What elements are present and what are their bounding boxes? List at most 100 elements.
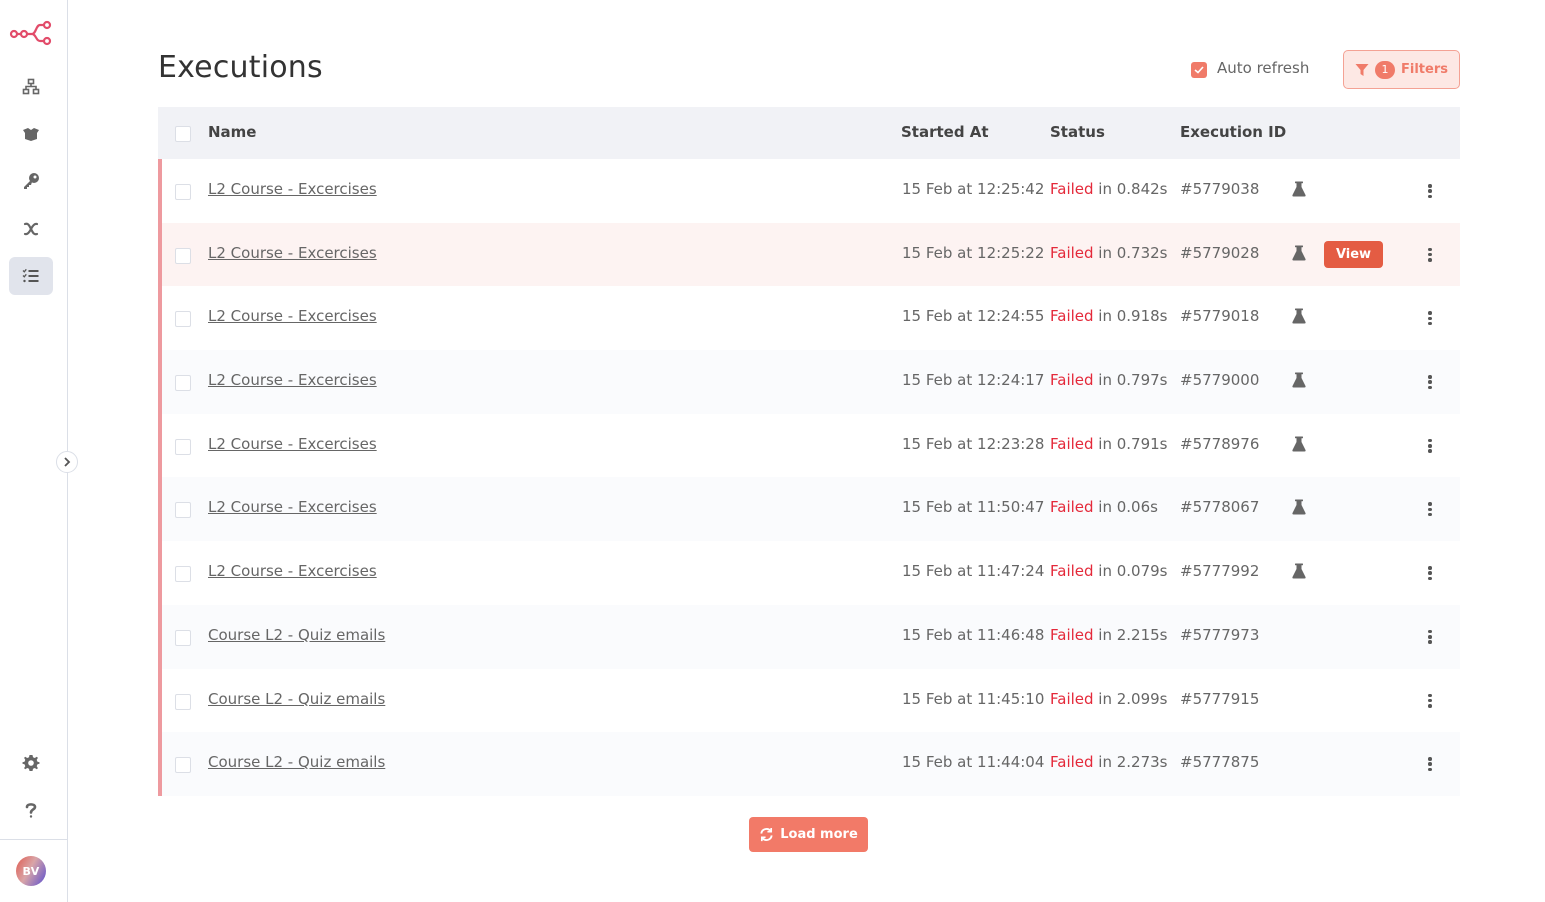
column-header-status[interactable]: Status	[1050, 123, 1105, 141]
load-more-button[interactable]: Load more	[749, 817, 868, 852]
execution-id: #5777915	[1180, 689, 1260, 708]
test-flask-icon	[1292, 499, 1306, 515]
more-options-icon[interactable]	[1426, 374, 1434, 390]
table-row[interactable]: L2 Course - Excercises 15 Feb at 11:47:2…	[158, 541, 1460, 605]
workflow-name-link[interactable]: L2 Course - Excercises	[208, 498, 377, 516]
n8n-logo-icon[interactable]	[9, 20, 53, 46]
row-checkbox[interactable]	[175, 375, 191, 392]
workflow-name-link[interactable]: L2 Course - Excercises	[208, 180, 377, 198]
workflow-name-link[interactable]: Course L2 - Quiz emails	[208, 690, 385, 708]
column-header-execution-id[interactable]: Execution ID	[1180, 123, 1286, 141]
started-at: 15 Feb at 12:24:17	[902, 371, 1045, 390]
row-checkbox[interactable]	[175, 566, 191, 583]
table-row[interactable]: Course L2 - Quiz emails 15 Feb at 11:45:…	[158, 668, 1460, 733]
status-failed-label: Failed	[1050, 180, 1094, 198]
more-options-icon[interactable]	[1426, 565, 1434, 581]
workflow-name-link[interactable]: Course L2 - Quiz emails	[208, 753, 385, 771]
table-row[interactable]: L2 Course - Excercises 15 Feb at 11:50:4…	[158, 477, 1460, 542]
status-text: Failed in 2.099s	[1050, 690, 1168, 708]
status-failed-label: Failed	[1050, 753, 1094, 772]
table-row[interactable]: L2 Course - Excercises 15 Feb at 12:25:4…	[158, 159, 1460, 223]
table-row[interactable]: L2 Course - Excercises 15 Feb at 12:25:2…	[158, 222, 1460, 287]
row-checkbox[interactable]	[175, 438, 191, 455]
table-row[interactable]: Course L2 - Quiz emails 15 Feb at 11:46:…	[158, 604, 1460, 669]
more-options-icon[interactable]	[1426, 438, 1434, 454]
sidebar-item-credentials[interactable]	[9, 162, 53, 200]
more-options-icon[interactable]	[1426, 756, 1434, 772]
workflow-name-link[interactable]: L2 Course - Excercises	[208, 307, 377, 325]
column-header-name[interactable]: Name	[208, 123, 256, 141]
workflow-name-link[interactable]: L2 Course - Excercises	[208, 244, 377, 262]
more-options-icon[interactable]	[1426, 629, 1434, 645]
row-checkbox[interactable]	[175, 693, 191, 710]
sidebar: BV	[0, 0, 68, 902]
execution-id: #5779038	[1180, 180, 1260, 198]
execution-id: #5778067	[1180, 498, 1260, 517]
status-text: Failed in 0.842s	[1050, 180, 1168, 198]
started-at: 15 Feb at 12:23:28	[902, 434, 1045, 453]
row-checkbox[interactable]	[175, 311, 191, 328]
table-row[interactable]: L2 Course - Excercises 15 Feb at 12:23:2…	[158, 413, 1460, 478]
workflow-name-link[interactable]: Course L2 - Quiz emails	[208, 626, 385, 644]
status-failed-label: Failed	[1050, 498, 1094, 517]
sidebar-item-templates[interactable]	[9, 115, 53, 153]
started-at: 15 Feb at 11:46:48	[902, 625, 1045, 644]
avatar-initials: BV	[22, 864, 40, 878]
more-options-icon[interactable]	[1426, 247, 1434, 263]
status-text: Failed in 2.215s	[1050, 626, 1168, 644]
started-at: 15 Feb at 11:50:47	[902, 498, 1045, 517]
duration: in 0.732s	[1093, 243, 1168, 262]
duration: in 2.099s	[1093, 689, 1168, 708]
column-header-started-at[interactable]: Started At	[901, 123, 989, 141]
network-icon	[22, 78, 40, 95]
table-row[interactable]: L2 Course - Excercises 15 Feb at 12:24:5…	[158, 286, 1460, 351]
row-checkbox[interactable]	[175, 629, 191, 646]
status-failed-label: Failed	[1050, 434, 1094, 453]
checkbox-checked-icon[interactable]	[1191, 62, 1207, 78]
workflow-name-link[interactable]: L2 Course - Excercises	[208, 435, 377, 453]
table-row[interactable]: L2 Course - Excercises 15 Feb at 12:24:1…	[158, 350, 1460, 414]
workflow-name-link[interactable]: L2 Course - Excercises	[208, 371, 377, 389]
started-at: 15 Feb at 12:25:42	[902, 180, 1045, 198]
table-row[interactable]: Course L2 - Quiz emails 15 Feb at 11:44:…	[158, 732, 1460, 796]
more-options-icon[interactable]	[1426, 693, 1434, 709]
status-failed-label: Failed	[1050, 371, 1094, 390]
more-options-icon[interactable]	[1426, 183, 1434, 199]
sidebar-item-workflows[interactable]	[9, 68, 53, 106]
status-text: Failed in 2.273s	[1050, 753, 1168, 771]
status-failed-label: Failed	[1050, 243, 1094, 262]
gear-icon	[22, 755, 40, 771]
filters-button[interactable]: 1 Filters	[1343, 50, 1460, 89]
test-flask-icon	[1292, 308, 1306, 324]
execution-id: #5778976	[1180, 434, 1260, 453]
sidebar-divider	[0, 839, 67, 840]
sidebar-item-help[interactable]	[9, 791, 53, 829]
view-button[interactable]: View	[1324, 240, 1383, 268]
row-checkbox[interactable]	[175, 757, 191, 774]
row-checkbox[interactable]	[175, 502, 191, 519]
row-checkbox[interactable]	[175, 184, 191, 200]
duration: in 0.918s	[1093, 307, 1168, 326]
auto-refresh-checkbox[interactable]: Auto refresh	[1191, 58, 1309, 78]
workflow-name-link[interactable]: L2 Course - Excercises	[208, 562, 377, 580]
more-options-icon[interactable]	[1426, 310, 1434, 326]
duration: in 0.791s	[1093, 434, 1168, 453]
status-text: Failed in 0.797s	[1050, 371, 1168, 389]
duration: in 0.842s	[1093, 180, 1168, 198]
started-at: 15 Feb at 11:44:04	[902, 753, 1045, 772]
row-checkbox[interactable]	[175, 247, 191, 264]
chevron-right-icon	[64, 457, 71, 467]
sidebar-item-settings[interactable]	[9, 744, 53, 782]
refresh-icon	[760, 827, 773, 842]
sidebar-item-executions[interactable]	[9, 257, 53, 295]
sidebar-item-variables[interactable]	[9, 210, 53, 248]
sidebar-collapse-button[interactable]	[56, 451, 78, 473]
status-failed-label: Failed	[1050, 689, 1094, 708]
user-avatar[interactable]: BV	[16, 856, 46, 886]
filter-icon	[1355, 63, 1369, 76]
question-icon	[25, 803, 37, 818]
select-all-checkbox[interactable]	[175, 126, 191, 142]
executions-table: Name Started At Status Execution ID L2 C…	[158, 107, 1460, 796]
more-options-icon[interactable]	[1426, 501, 1434, 517]
tasks-list-icon	[22, 268, 39, 283]
